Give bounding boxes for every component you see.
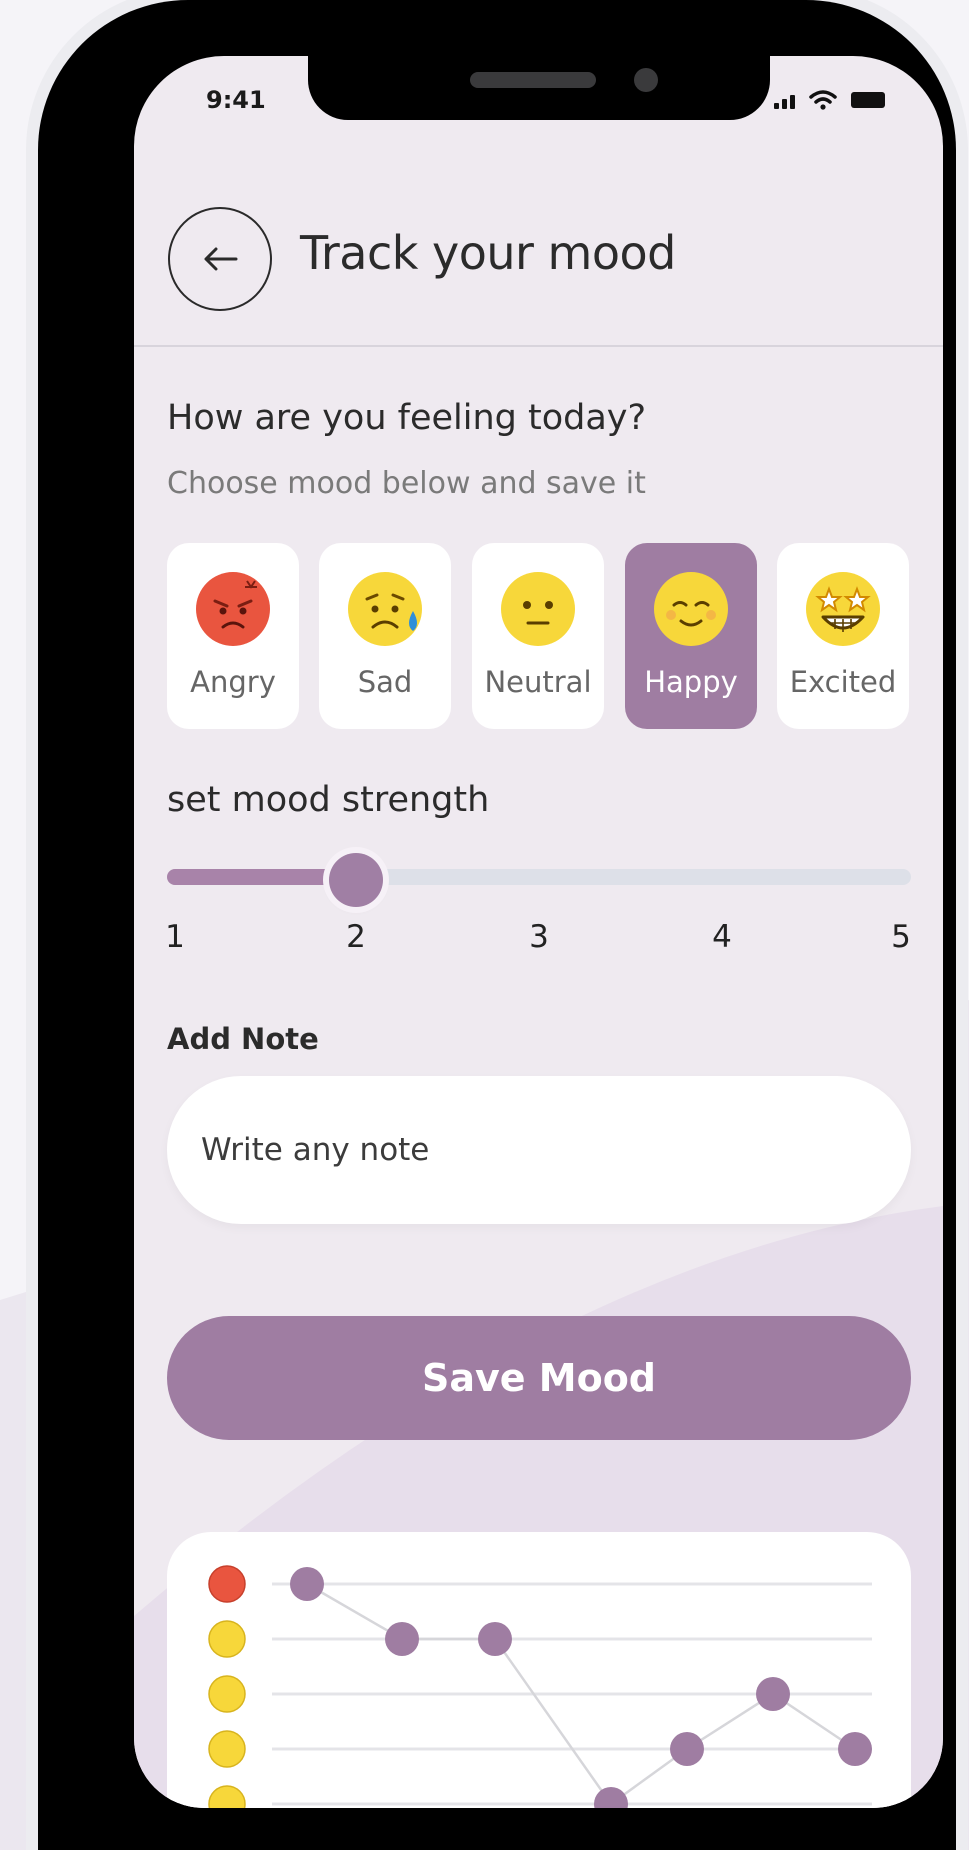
chart-axis-excited-icon <box>208 1785 246 1808</box>
wifi-icon <box>809 90 837 110</box>
mood-option-excited[interactable]: Excited <box>777 543 909 729</box>
strength-title: set mood strength <box>167 780 490 820</box>
mood-option-neutral[interactable]: Neutral <box>472 543 604 729</box>
strength-tick-label: 2 <box>346 919 366 955</box>
mood-question: How are you feeling today? <box>167 398 647 438</box>
mood-label: Neutral <box>484 665 592 699</box>
mood-subtitle: Choose mood below and save it <box>167 466 646 501</box>
chart-data-point <box>670 1732 704 1766</box>
chart-data-point <box>594 1787 628 1808</box>
strength-slider-thumb[interactable] <box>329 853 383 907</box>
chart-data-point <box>756 1677 790 1711</box>
mood-option-angry[interactable]: Angry <box>167 543 299 729</box>
mood-label: Excited <box>789 665 897 699</box>
note-input[interactable] <box>167 1076 911 1224</box>
mood-option-sad[interactable]: Sad <box>319 543 451 729</box>
chart-axis-happy-icon <box>208 1730 246 1768</box>
mood-option-happy[interactable]: Happy <box>625 543 757 729</box>
chart-data-point <box>385 1622 419 1656</box>
strength-slider-track[interactable] <box>167 869 911 885</box>
mood-label: Sad <box>357 665 413 699</box>
mood-history-chart <box>167 1532 911 1808</box>
phone-frame: 9:41 Track your mood How are you feeling… <box>38 0 956 1850</box>
sad-face-icon <box>348 572 422 646</box>
header-divider <box>134 345 943 347</box>
strength-slider-fill <box>167 869 356 885</box>
chart-data-point <box>478 1622 512 1656</box>
chart-axis-sad-icon <box>208 1620 246 1658</box>
strength-tick-label: 3 <box>529 919 549 955</box>
strength-tick-label: 1 <box>165 919 185 955</box>
mood-label: Angry <box>190 665 276 699</box>
side-button-silent <box>28 248 38 324</box>
side-button-power <box>957 430 967 650</box>
strength-tick-label: 5 <box>891 919 911 955</box>
happy-face-icon <box>654 572 728 646</box>
side-button-volume-up <box>28 380 38 520</box>
chart-data-point <box>838 1732 872 1766</box>
app-screen: 9:41 Track your mood How are you feeling… <box>134 56 943 1808</box>
status-icons <box>774 90 885 110</box>
mood-chart-svg <box>208 1565 872 1808</box>
strength-tick-label: 4 <box>712 919 732 955</box>
save-mood-button[interactable]: Save Mood <box>167 1316 911 1440</box>
mood-label: Happy <box>644 665 738 699</box>
angry-face-icon <box>196 572 270 646</box>
chart-data-point <box>290 1567 324 1601</box>
mood-options: Angry Sad Neutral Happy Excited <box>167 543 911 729</box>
side-button-volume-down <box>28 550 38 690</box>
battery-icon <box>851 92 885 108</box>
status-time: 9:41 <box>206 86 266 114</box>
notch <box>308 56 770 120</box>
chart-axis-neutral-icon <box>208 1675 246 1713</box>
back-button[interactable] <box>168 207 272 311</box>
note-label: Add Note <box>167 1022 319 1056</box>
star-eyes-face-icon <box>806 572 880 646</box>
cellular-signal-icon <box>774 91 795 109</box>
page-title: Track your mood <box>300 226 676 280</box>
neutral-face-icon <box>501 572 575 646</box>
arrow-left-icon <box>204 247 238 271</box>
speaker <box>470 72 596 88</box>
front-camera <box>634 68 658 92</box>
chart-axis-angry-icon <box>208 1565 246 1603</box>
